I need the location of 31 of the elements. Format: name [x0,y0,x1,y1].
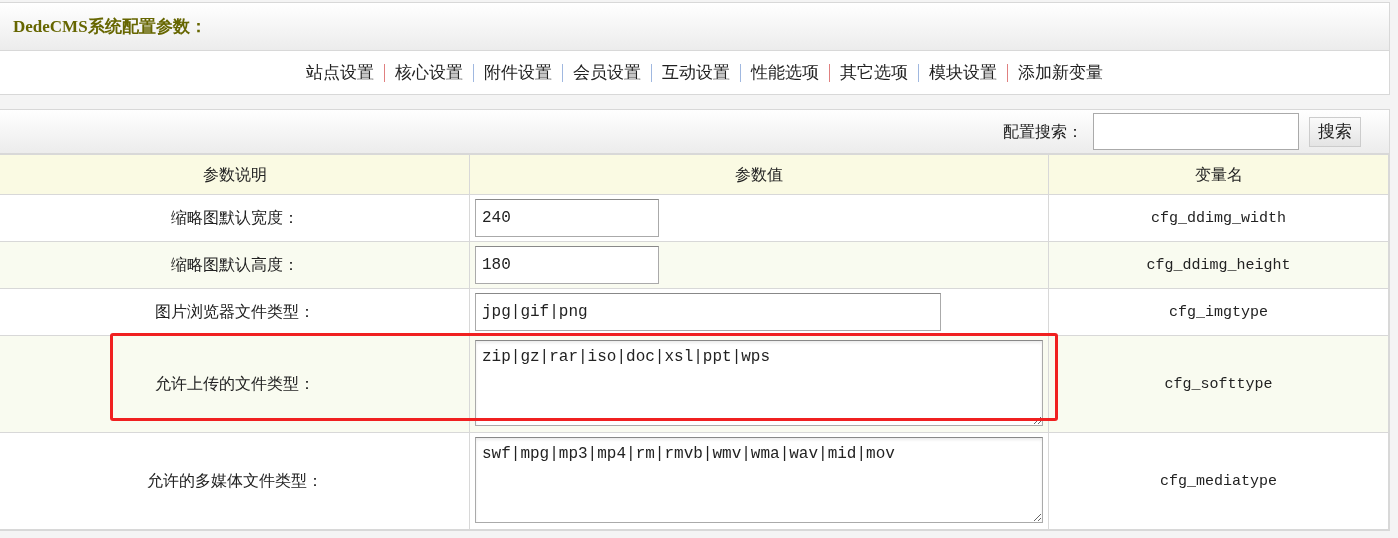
nav-link[interactable]: 互动设置 [661,59,730,86]
search-label: 配置搜索： [1003,121,1083,142]
column-header: 参数说明 [202,165,267,183]
input-field[interactable]: jpg|gif|png [475,293,941,331]
parameter-label: 允许上传的文件类型： [154,375,315,392]
page-title: DedeCMS系统配置参数： [13,15,207,38]
text-area[interactable]: zip|gz|rar|iso|doc|xsl|ppt|wps [475,340,1043,426]
search-field[interactable] [1093,113,1299,150]
nav-link[interactable]: 站点设置 [305,59,374,86]
variable-name: cfg_ddimg_width [1151,210,1286,228]
nav-link[interactable]: 核心设置 [394,59,463,86]
nav-link[interactable]: 模块设置 [928,59,997,86]
parameter-label: 允许的多媒体文件类型： [146,472,323,489]
input-field[interactable]: 240 [475,199,659,237]
variable-name: cfg_mediatype [1160,473,1277,491]
nav-link[interactable]: 附件设置 [483,59,552,86]
parameter-label: 缩略图默认宽度： [170,209,299,226]
variable-name: cfg_softtype [1164,376,1273,394]
parameter-label: 图片浏览器文件类型： [154,303,315,320]
nav-link[interactable]: 会员设置 [572,59,641,86]
column-header: 参数值 [735,165,783,183]
nav-link[interactable]: 其它选项 [839,59,908,86]
text-area[interactable]: swf|mpg|mp3|mp4|rm|rmvb|wmv|wma|wav|mid|mov [475,437,1043,523]
nav-link[interactable]: 添加新变量 [1017,59,1103,86]
search-button[interactable]: 搜索 [1309,116,1361,147]
parameter-label: 缩略图默认高度： [170,256,299,273]
input-field[interactable]: 180 [475,246,659,284]
variable-name: cfg_ddimg_height [1146,257,1291,275]
variable-name: cfg_imgtype [1169,304,1268,322]
column-header: 变量名 [1194,165,1243,183]
nav-link[interactable]: 性能选项 [750,59,819,86]
